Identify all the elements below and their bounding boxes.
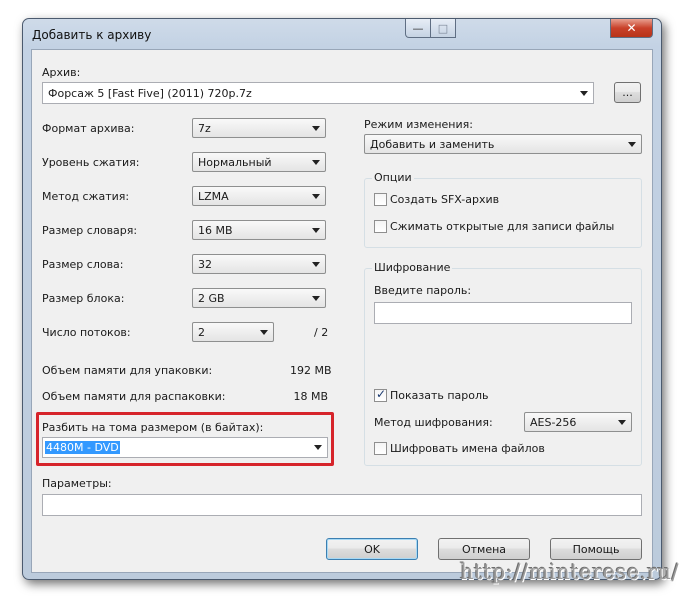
chevron-down-icon: [618, 420, 626, 425]
chevron-down-icon: [312, 126, 320, 131]
mem-pack-label: Объем памяти для упаковки:: [42, 364, 213, 377]
shared-files-label: Сжимать открытые для записи файлы: [390, 220, 615, 233]
options-legend: Опции: [372, 171, 414, 184]
cancel-button[interactable]: Отмена: [438, 538, 530, 560]
mem-unpack-label: Объем памяти для распаковки:: [42, 390, 226, 403]
options-group: [364, 178, 642, 248]
level-combo[interactable]: Нормальный: [192, 152, 326, 172]
dictionary-label: Размер словаря:: [42, 224, 138, 237]
archive-path-value: Форсаж 5 [Fast Five] (2011) 720p.7z: [48, 87, 252, 100]
ok-button[interactable]: OK: [326, 538, 418, 560]
format-label: Формат архива:: [42, 122, 135, 135]
params-input[interactable]: [42, 494, 642, 516]
enc-method-label: Метод шифрования:: [374, 416, 493, 429]
dictionary-value: 16 MB: [198, 224, 233, 237]
encrypt-names-checkbox[interactable]: [374, 442, 387, 455]
chevron-down-icon: [312, 228, 320, 233]
chevron-down-icon: [314, 445, 322, 450]
add-to-archive-dialog: Добавить к архиву — □ ✕ Архив: Форсаж 5 …: [22, 18, 662, 580]
method-label: Метод сжатия:: [42, 190, 130, 203]
chevron-down-icon: [312, 160, 320, 165]
enc-method-combo[interactable]: AES-256: [524, 412, 632, 432]
chevron-down-icon: [312, 262, 320, 267]
encrypt-names-label: Шифровать имена файлов: [390, 442, 545, 455]
format-value: 7z: [198, 122, 211, 135]
threads-label: Число потоков:: [42, 326, 131, 339]
update-mode-value: Добавить и заменить: [370, 138, 495, 151]
sfx-label: Создать SFX-архив: [390, 193, 500, 206]
params-label: Параметры:: [42, 477, 112, 490]
archive-label: Архив:: [42, 66, 81, 79]
checkmark-icon: ✓: [376, 387, 387, 401]
format-combo[interactable]: 7z: [192, 118, 326, 138]
level-value: Нормальный: [198, 156, 272, 169]
maximize-button[interactable]: □: [430, 19, 456, 38]
word-size-label: Размер слова:: [42, 258, 124, 271]
shared-files-checkbox[interactable]: [374, 220, 387, 233]
word-size-value: 32: [198, 258, 212, 271]
method-combo[interactable]: LZMA: [192, 186, 326, 206]
enc-method-value: AES-256: [530, 416, 577, 429]
dictionary-combo[interactable]: 16 MB: [192, 220, 326, 240]
help-button[interactable]: Помощь: [550, 538, 642, 560]
watermark: http://minterese.ru/: [460, 560, 680, 584]
window-title: Добавить к архиву: [32, 28, 152, 42]
split-label: Разбить на тома размером (в байтах):: [42, 421, 264, 434]
threads-max: / 2: [314, 326, 329, 339]
method-value: LZMA: [198, 190, 229, 203]
chevron-down-icon: [312, 194, 320, 199]
block-size-value: 2 GB: [198, 292, 225, 305]
password-input[interactable]: [374, 302, 632, 324]
word-size-combo[interactable]: 32: [192, 254, 326, 274]
mem-unpack-value: 18 MB: [293, 390, 328, 403]
split-volume-combo[interactable]: 4480M - DVD: [42, 437, 328, 458]
dialog-client-area: Архив: Форсаж 5 [Fast Five] (2011) 720p.…: [31, 49, 653, 573]
chevron-down-icon: [628, 142, 636, 147]
threads-combo[interactable]: 2: [192, 322, 274, 342]
sfx-checkbox[interactable]: [374, 193, 387, 206]
threads-value: 2: [198, 326, 205, 339]
password-label: Введите пароль:: [374, 284, 472, 297]
block-size-label: Размер блока:: [42, 292, 125, 305]
encryption-legend: Шифрование: [372, 261, 453, 274]
chevron-down-icon: [312, 296, 320, 301]
chevron-down-icon: [580, 91, 588, 96]
chevron-down-icon: [260, 330, 268, 335]
close-button[interactable]: ✕: [610, 19, 653, 38]
update-mode-label: Режим изменения:: [364, 118, 473, 131]
minimize-button[interactable]: —: [405, 19, 431, 38]
mem-pack-value: 192 MB: [290, 364, 332, 377]
show-password-label: Показать пароль: [390, 389, 489, 402]
archive-path-combo[interactable]: Форсаж 5 [Fast Five] (2011) 720p.7z: [42, 82, 594, 104]
browse-button[interactable]: ...: [614, 82, 641, 103]
show-password-checkbox[interactable]: ✓: [374, 387, 387, 402]
encryption-group: [364, 268, 642, 466]
level-label: Уровень сжатия:: [42, 156, 140, 169]
split-volume-value: 4480M - DVD: [45, 441, 120, 454]
update-mode-combo[interactable]: Добавить и заменить: [364, 134, 642, 154]
block-size-combo[interactable]: 2 GB: [192, 288, 326, 308]
